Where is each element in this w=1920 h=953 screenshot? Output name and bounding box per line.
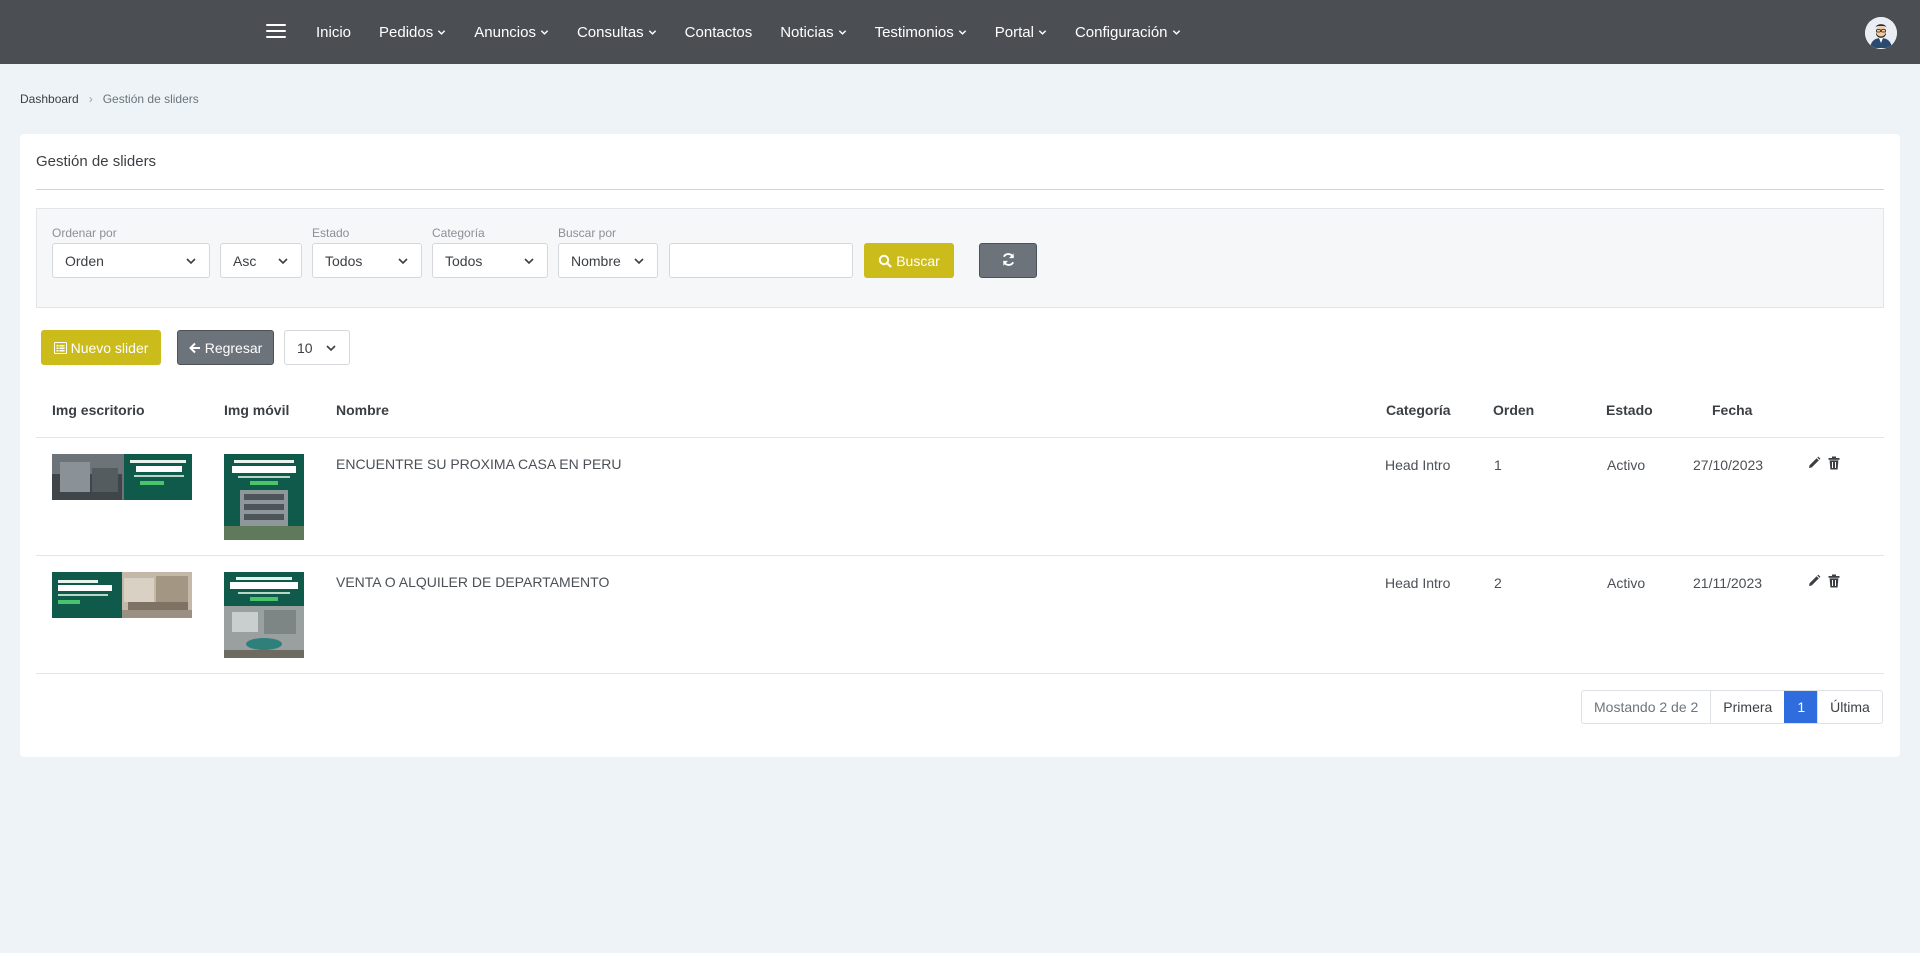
refresh-button[interactable]	[979, 243, 1037, 278]
search-icon	[878, 254, 892, 268]
divider	[36, 673, 1884, 674]
order-by-label: Ordenar por	[52, 226, 117, 240]
nav-item-consultas[interactable]: Consultas	[577, 24, 657, 41]
chevron-down-icon	[278, 257, 288, 264]
col-header-order: Orden	[1493, 402, 1535, 418]
order-by-group: Ordenar por Orden	[52, 225, 210, 278]
direction-group: Asc	[220, 225, 302, 278]
search-by-label: Buscar por	[558, 226, 617, 240]
nav-item-noticias[interactable]: Noticias	[780, 24, 846, 41]
main-nav: Inicio Pedidos Anuncios Consultas Contac…	[316, 0, 1209, 64]
chevron-down-icon	[1172, 29, 1180, 35]
order-by-select[interactable]: Orden	[52, 243, 210, 278]
slider-order: 2	[1494, 575, 1502, 591]
slider-date: 21/11/2023	[1693, 575, 1763, 591]
search-button[interactable]: Buscar	[864, 243, 954, 278]
divider	[36, 555, 1884, 556]
slider-status: Activo	[1607, 575, 1646, 591]
divider	[36, 189, 1884, 190]
search-by-group: Buscar por Nombre	[558, 225, 658, 278]
direction-select[interactable]: Asc	[220, 243, 302, 278]
trash-icon[interactable]	[1827, 456, 1841, 470]
pagination-first[interactable]: Primera	[1710, 691, 1784, 723]
slider-name: VENTA O ALQUILER DE DEPARTAMENTO	[336, 574, 610, 590]
col-header-status: Estado	[1606, 402, 1653, 418]
filter-panel: Ordenar por Orden Asc Estado Todos Categ…	[36, 208, 1884, 308]
nav-item-inicio[interactable]: Inicio	[316, 24, 351, 41]
pagination: Mostando 2 de 2 Primera 1 Última	[1581, 690, 1883, 724]
chevron-down-icon	[186, 257, 196, 264]
col-header-img-mobile: Img móvil	[224, 402, 290, 418]
breadcrumb: Dashboard › Gestión de sliders	[20, 92, 199, 106]
pagination-page-1[interactable]: 1	[1784, 691, 1818, 723]
chevron-down-icon	[1038, 29, 1047, 35]
chevron-right-icon: ›	[88, 92, 93, 106]
edit-icon[interactable]	[1807, 574, 1821, 588]
sliders-card: Gestión de sliders Ordenar por Orden Asc…	[20, 134, 1900, 757]
col-header-img-desktop: Img escritorio	[52, 402, 145, 418]
slider-thumbnail-desktop[interactable]	[52, 454, 192, 500]
status-label: Estado	[312, 226, 350, 240]
slider-status: Activo	[1607, 457, 1646, 473]
breadcrumb-current: Gestión de sliders	[102, 92, 199, 106]
pagination-last[interactable]: Última	[1817, 691, 1882, 723]
col-header-date: Fecha	[1712, 402, 1753, 418]
nav-item-configuracion[interactable]: Configuración	[1075, 24, 1181, 41]
slider-category: Head Intro	[1385, 457, 1451, 473]
slider-name: ENCUENTRE SU PROXIMA CASA EN PERU	[336, 456, 622, 472]
slider-thumbnail-mobile[interactable]	[224, 454, 304, 540]
nav-item-anuncios[interactable]: Anuncios	[474, 24, 549, 41]
category-select[interactable]: Todos	[432, 243, 548, 278]
slider-thumbnail-desktop[interactable]	[52, 572, 192, 618]
status-select[interactable]: Todos	[312, 243, 422, 278]
new-slider-button[interactable]: Nuevo slider	[41, 330, 161, 365]
hamburger-icon[interactable]	[266, 24, 286, 40]
trash-icon[interactable]	[1827, 574, 1841, 588]
search-by-select[interactable]: Nombre	[558, 243, 658, 278]
col-header-category: Categoría	[1386, 402, 1451, 418]
top-navbar: Inicio Pedidos Anuncios Consultas Contac…	[0, 0, 1920, 64]
edit-icon[interactable]	[1807, 456, 1821, 470]
chevron-down-icon	[438, 29, 446, 35]
user-avatar-icon[interactable]	[1865, 17, 1897, 49]
nav-item-testimonios[interactable]: Testimonios	[875, 24, 967, 41]
slider-thumbnail-mobile[interactable]	[224, 572, 304, 658]
pagination-info: Mostando 2 de 2	[1594, 699, 1699, 715]
chevron-down-icon	[540, 29, 549, 35]
arrow-left-icon	[188, 342, 201, 354]
status-group: Estado Todos	[312, 225, 422, 278]
breadcrumb-dashboard[interactable]: Dashboard	[20, 92, 79, 106]
nav-item-portal[interactable]: Portal	[995, 24, 1047, 41]
page-title: Gestión de sliders	[36, 153, 157, 170]
nav-item-contactos[interactable]: Contactos	[685, 24, 753, 41]
slider-date: 27/10/2023	[1693, 457, 1764, 473]
category-group: Categoría Todos	[432, 225, 548, 278]
chevron-down-icon	[958, 29, 966, 35]
slider-category: Head Intro	[1385, 575, 1451, 591]
col-header-name: Nombre	[336, 402, 389, 418]
chevron-down-icon	[634, 257, 644, 264]
back-button[interactable]: Regresar	[177, 330, 274, 365]
list-icon	[53, 341, 67, 354]
divider	[36, 437, 1884, 438]
chevron-down-icon	[398, 257, 408, 264]
nav-item-pedidos[interactable]: Pedidos	[379, 24, 446, 41]
chevron-down-icon	[524, 257, 534, 264]
per-page-select[interactable]: 10	[284, 330, 350, 365]
category-label: Categoría	[432, 226, 485, 240]
slider-order: 1	[1494, 457, 1502, 473]
chevron-down-icon	[648, 29, 656, 35]
chevron-down-icon	[838, 29, 846, 35]
search-input[interactable]	[669, 243, 853, 278]
chevron-down-icon	[326, 344, 336, 351]
refresh-icon	[1001, 252, 1016, 270]
